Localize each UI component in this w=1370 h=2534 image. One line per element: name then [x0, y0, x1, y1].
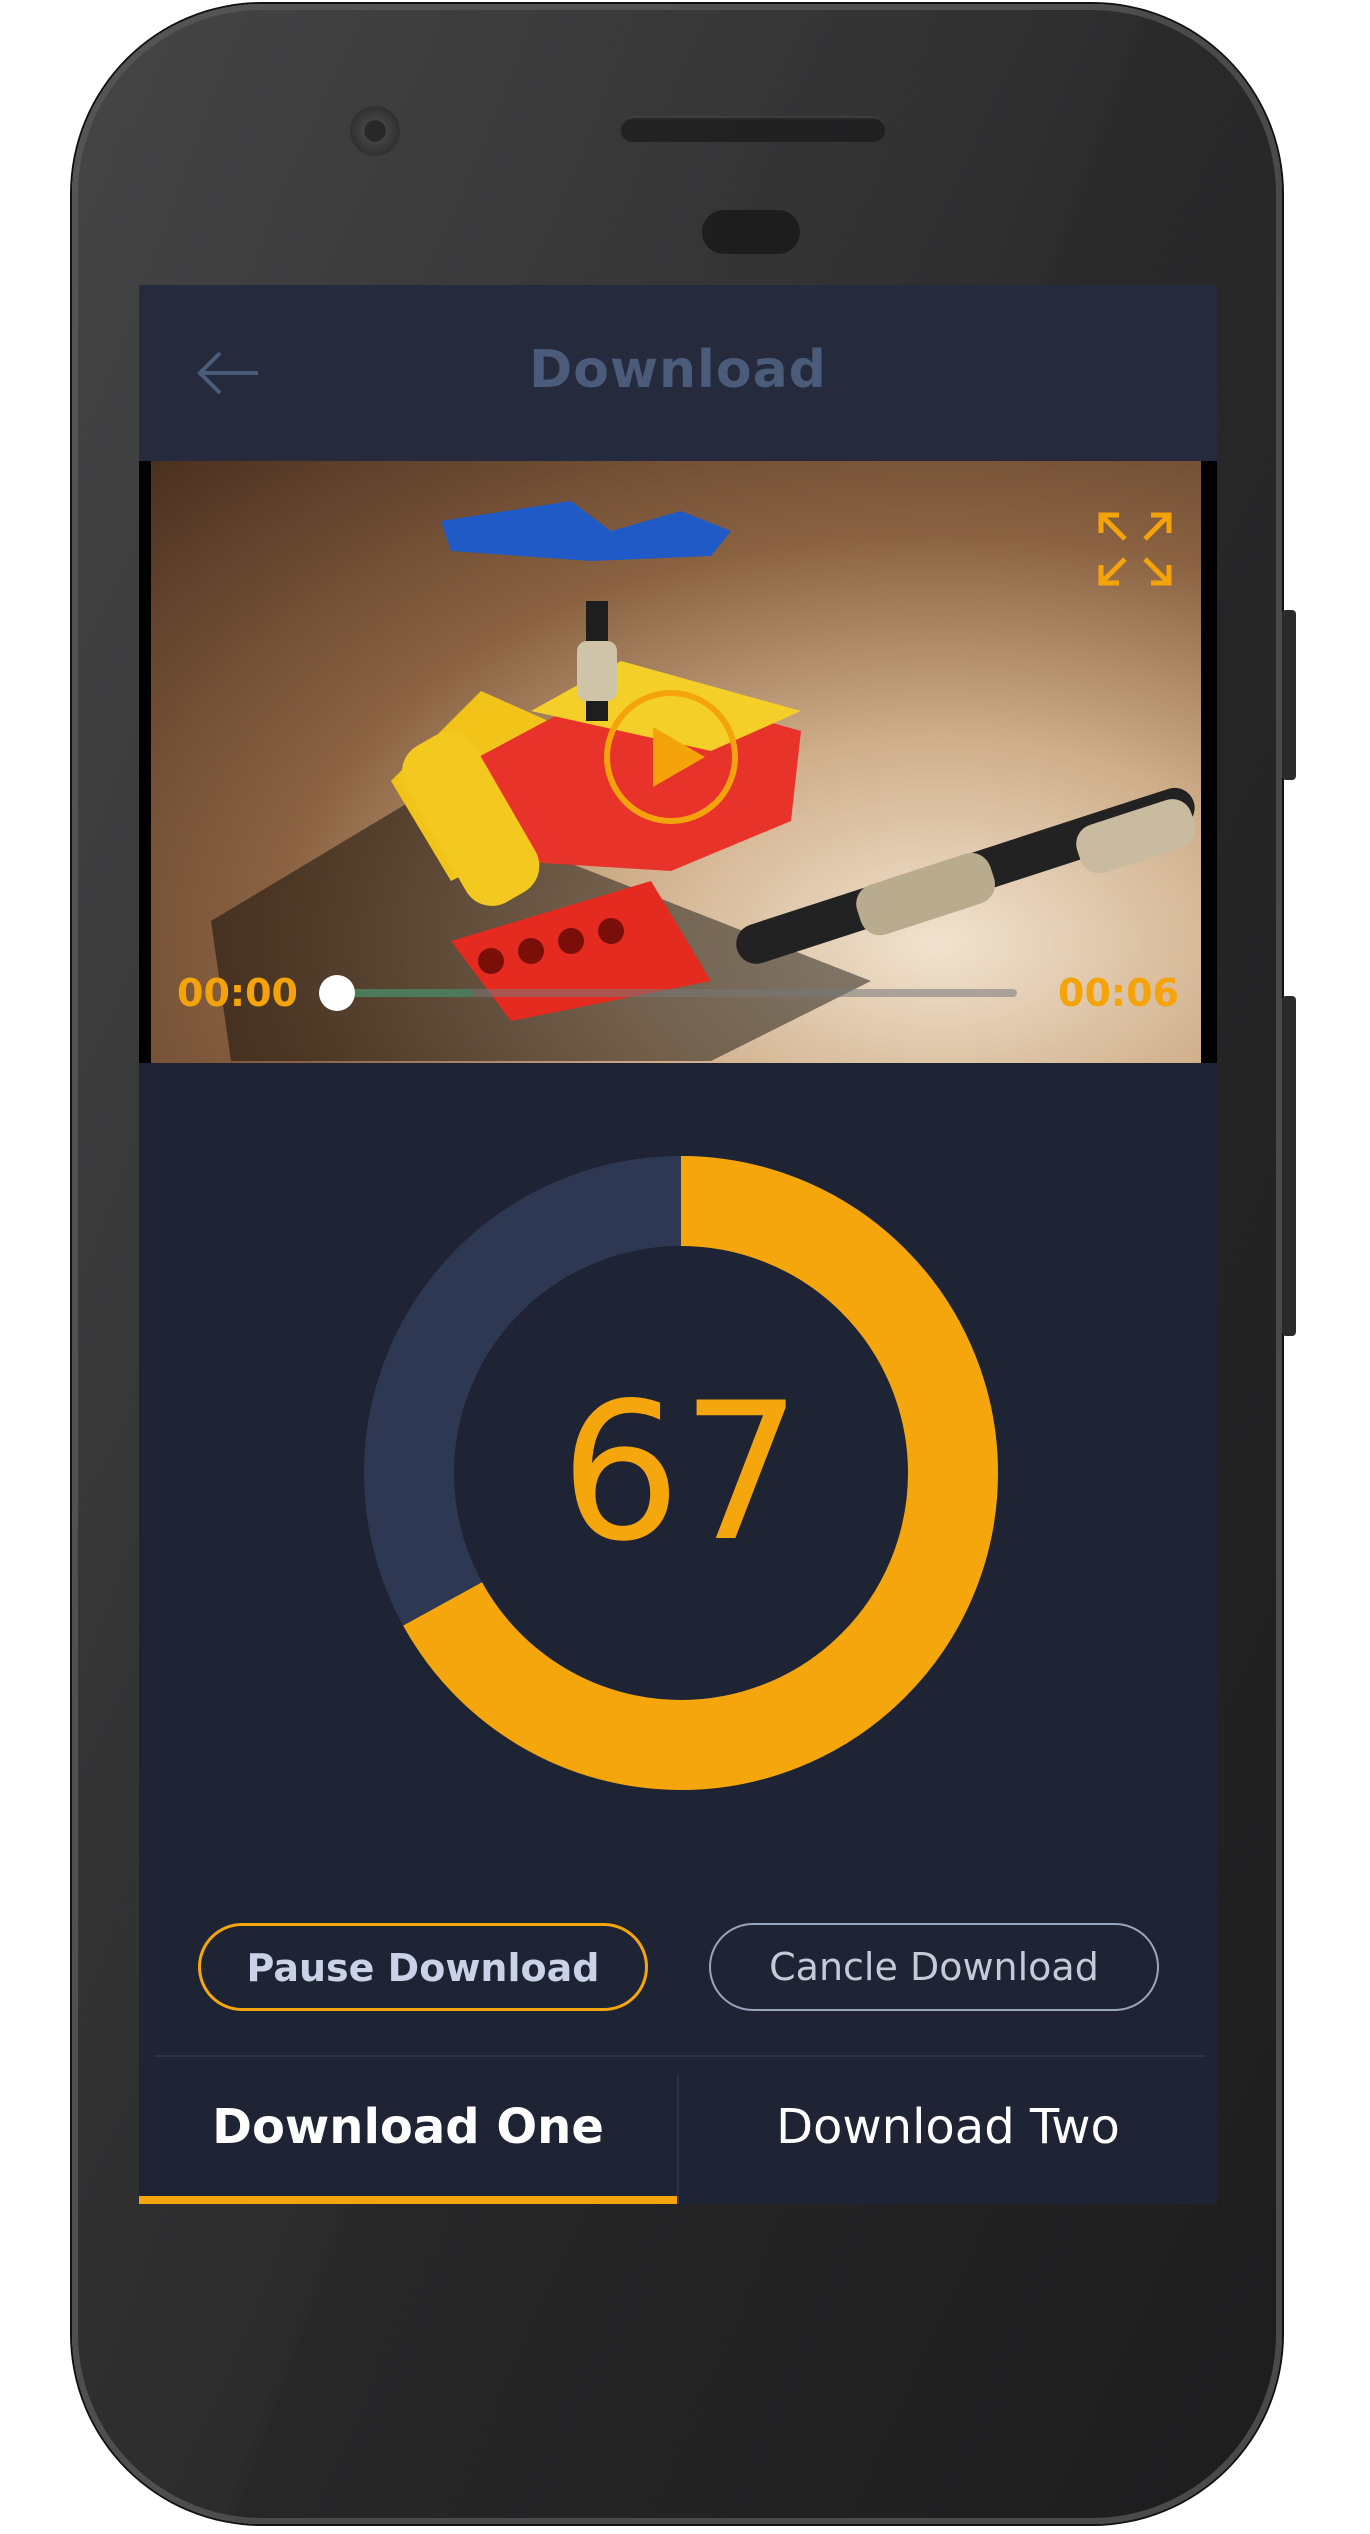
proximity-sensor — [702, 210, 800, 254]
fullscreen-expand-icon — [1098, 512, 1172, 586]
pause-download-button[interactable]: Pause Download — [198, 1923, 648, 2011]
download-tabs: Download One Download Two — [139, 2055, 1217, 2204]
volume-rocker — [1282, 996, 1296, 1336]
current-time: 00:00 — [177, 971, 298, 1015]
earpiece-speaker — [620, 116, 886, 142]
page-title: Download — [529, 340, 827, 400]
progress-value: 67 — [560, 1362, 802, 1583]
active-tab-indicator — [139, 2196, 677, 2204]
tab-download-two[interactable]: Download Two — [679, 2057, 1217, 2204]
power-button — [1282, 610, 1296, 780]
top-app-bar: Download — [139, 285, 1217, 461]
play-icon — [604, 690, 738, 824]
download-progress-ring: 67 — [363, 1155, 999, 1791]
app-screen: Download 00:00 00:06 67 Pause Download C… — [139, 285, 1217, 2204]
buffered-progress — [337, 989, 473, 997]
tab-download-one[interactable]: Download One — [139, 2057, 677, 2204]
cancel-download-button[interactable]: Cancle Download — [709, 1923, 1159, 2011]
fullscreen-button[interactable] — [1095, 509, 1175, 589]
play-button[interactable] — [601, 687, 741, 827]
video-player[interactable]: 00:00 00:06 — [139, 461, 1217, 1063]
front-camera — [350, 106, 400, 156]
seek-bar[interactable] — [319, 975, 1017, 1011]
seek-thumb[interactable] — [319, 975, 355, 1011]
duration-time: 00:06 — [1058, 971, 1179, 1015]
